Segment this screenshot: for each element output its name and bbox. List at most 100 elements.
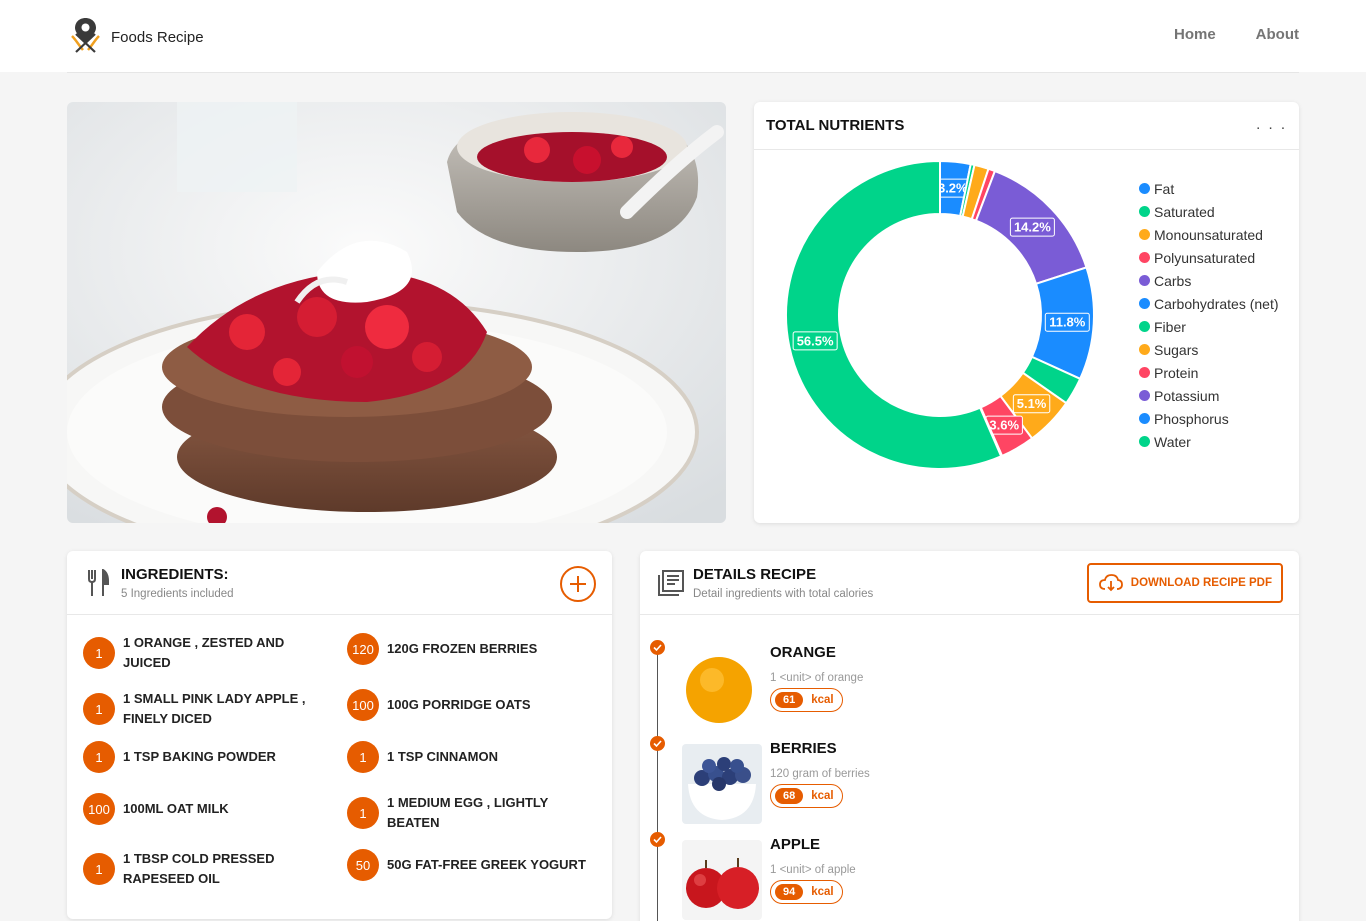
brand[interactable]: Foods Recipe [68, 16, 204, 59]
legend-label: Water [1154, 433, 1191, 450]
ingredients-header: INGREDIENTS: 5 Ingredients included [67, 551, 612, 615]
check-icon [650, 832, 665, 847]
kcal-value: 61 [775, 692, 804, 708]
header-divider [67, 72, 1299, 73]
detail-item-name: BERRIES [770, 740, 837, 757]
kcal-badge: 68 kcal [770, 784, 843, 808]
ingredient-text: 1 small Pink Lady apple , finely diced [123, 691, 306, 726]
legend-item[interactable]: Sugars [1139, 338, 1279, 361]
ingredient-qty-badge: 1 [83, 741, 115, 773]
ingredient-item: 1 1 tsp baking powder [83, 741, 333, 773]
legend-dot [1139, 390, 1150, 401]
svg-text:3.6%: 3.6% [989, 418, 1019, 433]
legend-label: Fat [1154, 180, 1175, 197]
more-options-button[interactable]: . . . [1256, 116, 1287, 133]
ingredient-item: 11 orange , zested and juiced [83, 633, 333, 673]
legend-item[interactable]: Potassium [1139, 384, 1279, 407]
detail-item-amount: 1 <unit> of orange [770, 672, 864, 684]
details-card: DETAILS RECIPE Detail ingredients with t… [640, 551, 1299, 921]
kcal-badge: 61 kcal [770, 688, 843, 712]
check-icon [650, 640, 665, 655]
nutrients-card: TOTAL NUTRIENTS . . . 3.2% 14.2% 11.8% 5.1%… [754, 102, 1299, 523]
details-header: DETAILS RECIPE Detail ingredients with t… [640, 551, 1299, 615]
ingredient-item: 11 tbsp cold pressed rapeseed oil [83, 849, 333, 889]
details-subtitle: Detail ingredients with total calories [693, 588, 874, 600]
kcal-badge: 94 kcal [770, 880, 843, 904]
legend-item[interactable]: Phosphorus [1139, 407, 1279, 430]
recipe-hero-image [67, 102, 726, 523]
brand-logo-icon [68, 16, 103, 59]
svg-text:5.1%: 5.1% [1017, 396, 1047, 411]
donut-data-label: 14.2% [1009, 217, 1055, 237]
nav-home-link[interactable]: Home [1174, 26, 1216, 43]
nutrients-title: TOTAL NUTRIENTS [766, 117, 905, 134]
kcal-unit: kcal [811, 694, 834, 706]
legend-dot [1139, 183, 1150, 194]
legend-label: Carbohydrates (net) [1154, 295, 1279, 312]
ingredient-item: 11 medium egg , lightly beaten [347, 793, 597, 833]
brand-name: Foods Recipe [111, 29, 204, 46]
ingredient-item: 100 100ml oat milk [83, 793, 333, 825]
ingredient-qty-badge: 120 [347, 633, 379, 665]
ingredient-qty-badge: 50 [347, 849, 379, 881]
legend-label: Protein [1154, 364, 1199, 381]
legend-dot [1139, 436, 1150, 447]
ingredient-text: 100ml oat milk [123, 801, 229, 816]
ingredient-qty-badge: 100 [347, 689, 379, 721]
ingredient-item: 11 small Pink Lady apple , finely diced [83, 689, 333, 729]
ingredient-text: 1 tsp cinnamon [387, 749, 498, 764]
legend-dot [1139, 321, 1150, 332]
legend-dot [1139, 413, 1150, 424]
svg-text:11.8%: 11.8% [1049, 315, 1086, 330]
detail-item-amount: 120 gram of berries [770, 768, 870, 780]
legend-item[interactable]: Polyunsaturated [1139, 246, 1279, 269]
ingredients-card: INGREDIENTS: 5 Ingredients included 11 o… [67, 551, 612, 919]
legend-label: Phosphorus [1154, 410, 1229, 427]
legend-dot [1139, 206, 1150, 217]
legend-item[interactable]: Protein [1139, 361, 1279, 384]
check-icon [650, 736, 665, 751]
legend-item[interactable]: Fiber [1139, 315, 1279, 338]
legend-item[interactable]: Water [1139, 430, 1279, 453]
legend-label: Carbs [1154, 272, 1192, 289]
legend-label: Saturated [1154, 203, 1215, 220]
plus-icon [570, 576, 586, 592]
chart-legend: Fat Saturated Monounsaturated Polyunsaturat… [1139, 177, 1279, 453]
kcal-unit: kcal [811, 886, 834, 898]
nav-about-link[interactable]: About [1256, 26, 1299, 43]
ingredient-qty-badge: 1 [83, 637, 115, 669]
nutrients-donut-chart: 3.2% 14.2% 11.8% 5.1% 3.6% 56.5% [785, 159, 1095, 470]
ingredient-text: 50g fat-free Greek yogurt [387, 857, 586, 872]
berries-image [682, 744, 762, 824]
ingredients-subtitle: 5 Ingredients included [121, 588, 234, 600]
ingredient-qty-badge: 1 [83, 693, 115, 725]
svg-text:14.2%: 14.2% [1014, 220, 1051, 235]
orange-image [682, 648, 762, 728]
legend-item[interactable]: Fat [1139, 177, 1279, 200]
legend-dot [1139, 367, 1150, 378]
legend-item[interactable]: Carbohydrates (net) [1139, 292, 1279, 315]
cutlery-icon [87, 568, 109, 602]
legend-item[interactable]: Monounsaturated [1139, 223, 1279, 246]
ingredient-text: 1 orange , zested and juiced [123, 635, 285, 670]
cloud-download-icon [1098, 574, 1123, 592]
ingredient-text: 1 medium egg , lightly beaten [387, 795, 549, 830]
main-nav: Home About [1174, 26, 1299, 43]
svg-text:56.5%: 56.5% [797, 333, 834, 348]
ingredients-title: INGREDIENTS: [121, 566, 229, 583]
donut-data-label: 56.5% [792, 331, 838, 351]
ingredient-text: 1 tsp baking powder [123, 749, 276, 764]
legend-dot [1139, 229, 1150, 240]
article-icon [658, 570, 684, 601]
add-ingredient-button[interactable] [560, 566, 596, 602]
legend-dot [1139, 344, 1150, 355]
ingredient-item: 50 50g fat-free Greek yogurt [347, 849, 597, 881]
legend-item[interactable]: Saturated [1139, 200, 1279, 223]
legend-dot [1139, 252, 1150, 263]
timeline-line [657, 641, 658, 921]
details-title: DETAILS RECIPE [693, 566, 817, 583]
ingredient-text: 120g frozen berries [387, 641, 538, 656]
download-recipe-pdf-button[interactable]: DOWNLOAD RECIPE PDF [1086, 563, 1283, 603]
legend-item[interactable]: Carbs [1139, 269, 1279, 292]
kcal-value: 68 [775, 788, 804, 804]
